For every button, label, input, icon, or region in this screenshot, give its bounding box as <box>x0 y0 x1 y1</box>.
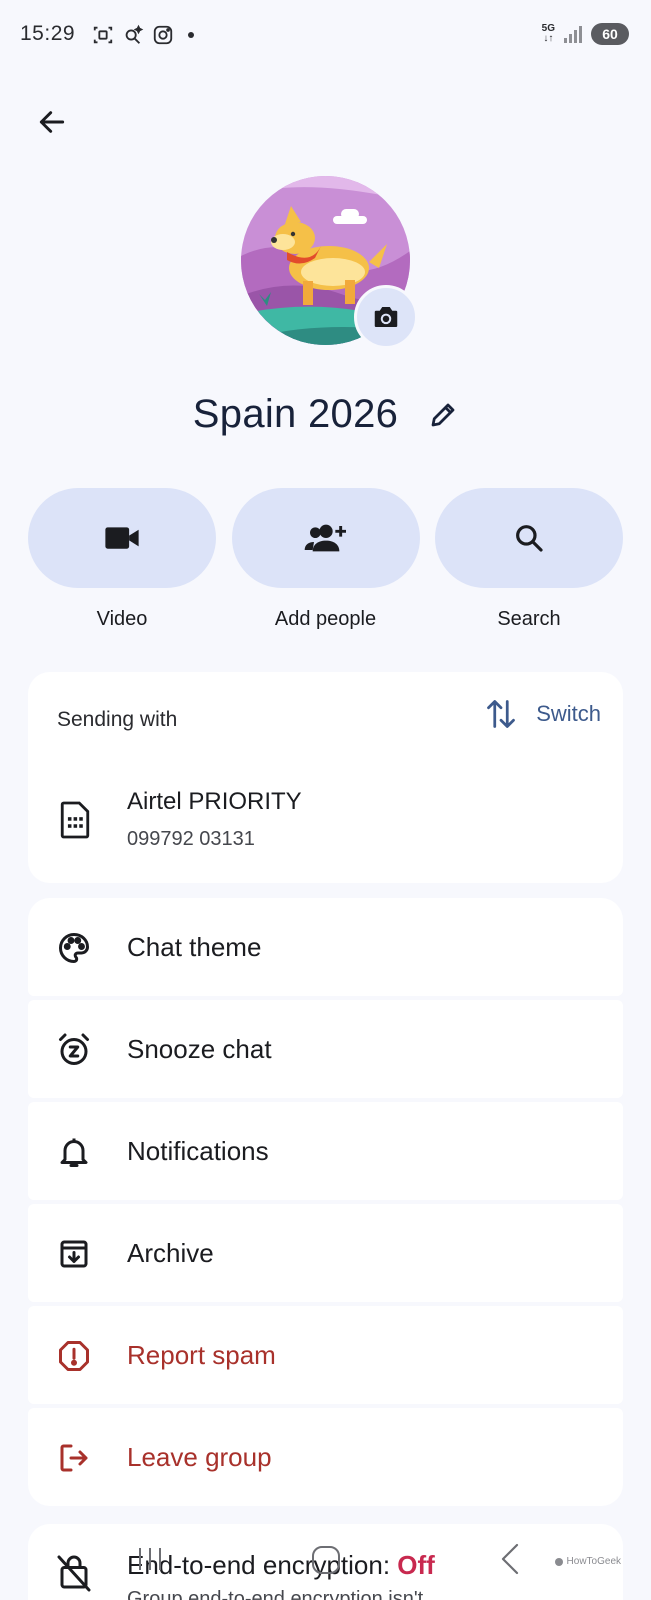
status-icons-left <box>92 24 194 46</box>
encryption-subtext: Group end-to-end encryption isn't <box>127 1588 424 1600</box>
menu-item-label: Chat theme <box>127 932 262 962</box>
menu-item-label: Report spam <box>127 1340 276 1370</box>
menu-item-label: Archive <box>127 1238 214 1268</box>
archive-icon <box>56 1236 92 1272</box>
menu-item-label: Leave group <box>127 1442 272 1472</box>
recents-icon[interactable] <box>136 1544 164 1574</box>
encryption-label: End-to-end encryption: Off <box>127 1550 435 1581</box>
sim-number: 099792 03131 <box>127 828 255 850</box>
video-button[interactable] <box>28 488 216 588</box>
arrow-left-icon <box>39 111 65 133</box>
instagram-icon <box>153 25 173 45</box>
swap-vertical-icon <box>487 700 516 728</box>
videocam-icon <box>105 527 139 549</box>
sim-name: Airtel PRIORITY <box>127 788 302 815</box>
lock-off-icon <box>56 1552 92 1597</box>
switch-sim-button[interactable]: Switch <box>486 696 601 732</box>
menu-item-notifications[interactable]: Notifications <box>28 1102 623 1200</box>
snooze-icon <box>56 1032 92 1068</box>
status-bar: 15:29 5G ↓↑ 60 <box>0 0 651 72</box>
video-label: Video <box>96 608 148 630</box>
switch-label: Switch <box>536 701 601 726</box>
quick-actions: Video Add people Search <box>28 488 623 631</box>
bell-icon <box>56 1134 92 1170</box>
encryption-label-text: End-to-end encryption: <box>127 1550 398 1580</box>
add-people-button[interactable] <box>231 488 420 588</box>
dot-icon <box>188 32 194 38</box>
pencil-icon[interactable] <box>428 400 458 430</box>
network-label: 5G <box>541 23 555 34</box>
menu-item-chat-theme[interactable]: Chat theme <box>28 898 623 996</box>
nav-back-icon[interactable] <box>498 1542 522 1576</box>
battery-indicator: 60 <box>591 23 629 45</box>
title-row: Spain 2026 <box>0 392 651 437</box>
add-people-action[interactable]: Add people <box>231 488 420 631</box>
search-icon <box>516 525 543 552</box>
camera-icon <box>374 307 398 327</box>
sending-with-card: Sending with Switch Airtel PRIORITY 0997… <box>28 672 623 883</box>
menu-item-label: Notifications <box>127 1136 269 1166</box>
search-button[interactable] <box>435 488 623 588</box>
add-person-icon <box>304 524 346 552</box>
video-action[interactable]: Video <box>28 488 216 631</box>
network-type: 5G ↓↑ <box>541 23 555 44</box>
menu-item-report-spam[interactable]: Report spam <box>28 1306 623 1404</box>
group-name: Spain 2026 <box>192 392 399 436</box>
sparkle-search-icon <box>125 24 144 44</box>
watermark-text: HowToGeek <box>566 1556 621 1567</box>
search-action[interactable]: Search <box>435 488 623 631</box>
menu-item-archive[interactable]: Archive <box>28 1204 623 1302</box>
add-people-label: Add people <box>274 608 377 630</box>
watermark: HowToGeek <box>554 1556 621 1567</box>
back-button[interactable] <box>30 100 74 144</box>
encryption-status: Off <box>397 1550 435 1580</box>
status-right: 5G ↓↑ 60 <box>542 23 629 45</box>
home-icon[interactable] <box>310 1544 342 1576</box>
menu-item-leave-group[interactable]: Leave group <box>28 1408 623 1506</box>
change-photo-button[interactable] <box>354 285 418 349</box>
sending-with-label: Sending with <box>57 708 178 731</box>
screenshot-icon <box>93 26 113 44</box>
search-label: Search <box>497 608 561 630</box>
signal-icon <box>564 26 582 43</box>
sim-card-icon <box>60 801 90 839</box>
watermark-logo-icon <box>554 1557 563 1566</box>
menu-item-snooze-chat[interactable]: Snooze chat <box>28 1000 623 1098</box>
screen: 15:29 5G ↓↑ 60 Spain 2026 Video Add peop… <box>0 0 651 1600</box>
status-time: 15:29 <box>20 22 76 45</box>
palette-icon <box>56 930 92 966</box>
leave-icon <box>56 1440 92 1476</box>
report-icon <box>56 1338 92 1374</box>
menu-item-label: Snooze chat <box>127 1034 272 1064</box>
